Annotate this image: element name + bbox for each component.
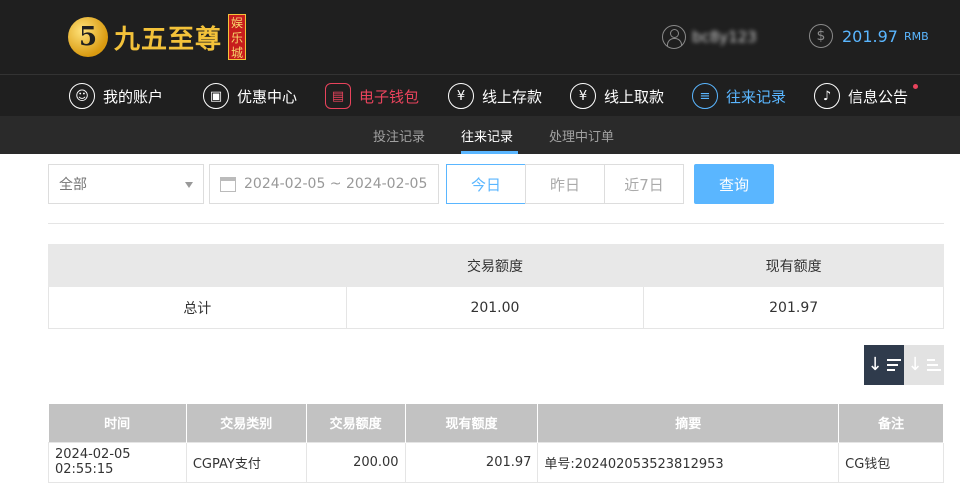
user-info[interactable]: bc8y123	[662, 24, 757, 50]
nav-label: 信息公告	[848, 87, 909, 106]
dollar-coin-icon: $	[809, 24, 833, 48]
nav-promotions[interactable]: ▣ 优惠中心	[203, 81, 297, 111]
nav-label: 线上取款	[604, 87, 665, 106]
summary-row: 总计 201.00 201.97	[48, 286, 944, 329]
sort-ascending-button[interactable]: ↓	[904, 345, 944, 385]
cell-type: CGPAY支付	[185, 441, 307, 483]
records-icon: ≡	[692, 83, 718, 109]
range-today-button[interactable]: 今日	[446, 164, 526, 204]
divider	[48, 223, 944, 224]
cell-time: 2024-02-05 02:55:15	[48, 441, 187, 483]
summary-cell: 201.97	[643, 286, 944, 329]
cell-summary: 单号:202402053523812953	[537, 441, 840, 483]
column-header: 现有额度	[405, 404, 539, 442]
nav-label: 电子钱包	[359, 87, 420, 106]
sort-desc-icon: ↓	[867, 354, 883, 375]
main-nav: ☺ 我的账户 ▣ 优惠中心 ▤ 电子钱包 ¥ 线上存款 ¥ 线上取款 ≡ 往来记…	[0, 74, 960, 116]
range-7days-button[interactable]: 近7日	[604, 164, 684, 204]
records-table: 时间 交易类别 交易额度 现有额度 摘要 备注 2024-02-05 02:55…	[48, 404, 944, 483]
table-row: 2024-02-05 02:55:15 CGPAY支付 200.00 201.9…	[48, 441, 944, 483]
nav-announcements[interactable]: ♪ 信息公告	[814, 81, 919, 111]
nav-label: 线上存款	[482, 87, 543, 106]
summary-cell: 总计	[48, 286, 347, 329]
deposit-icon: ¥	[448, 83, 474, 109]
currency-label: RMB	[903, 29, 929, 43]
summary-header-cell: 现有额度	[643, 244, 944, 287]
nav-label: 往来记录	[726, 87, 787, 106]
tab-transaction-records[interactable]: 往来记录	[461, 126, 513, 145]
summary-header-cell: 交易额度	[345, 244, 645, 287]
logo-badge: 娱乐城	[228, 14, 247, 60]
calendar-icon	[220, 176, 236, 192]
nav-label: 优惠中心	[237, 87, 298, 106]
nav-label: 我的账户	[103, 87, 164, 106]
logo-text: 九五至尊	[114, 24, 223, 55]
bell-icon: ♪	[814, 83, 840, 109]
summary-header-row: 交易额度 现有额度	[48, 244, 944, 287]
summary-cell: 201.00	[345, 286, 645, 329]
balance-value: 201.97	[842, 26, 898, 46]
date-range-input[interactable]: 2024-02-05 ~ 2024-02-05	[209, 164, 439, 204]
cell-amount: 200.00	[305, 441, 406, 483]
balance-info: $ 201.97 RMB	[809, 24, 929, 48]
sub-nav: 投注记录 往来记录 处理中订单	[0, 116, 960, 154]
wallet-icon: ▤	[325, 83, 351, 109]
nav-online-withdraw[interactable]: ¥ 线上取款	[570, 81, 664, 111]
sort-descending-button[interactable]: ↓	[864, 345, 904, 385]
nav-records[interactable]: ≡ 往来记录	[692, 81, 786, 111]
column-header: 备注	[838, 404, 944, 442]
username: bc8y123	[692, 28, 757, 46]
summary-table: 交易额度 现有额度 总计 201.00 201.97	[48, 244, 944, 329]
summary-header-cell	[48, 244, 347, 287]
nav-e-wallet[interactable]: ▤ 电子钱包	[325, 81, 419, 111]
range-yesterday-button[interactable]: 昨日	[525, 164, 605, 204]
cell-balance: 201.97	[404, 441, 539, 483]
transaction-type-select[interactable]: 全部	[48, 164, 204, 204]
withdraw-icon: ¥	[570, 83, 596, 109]
records-header-row: 时间 交易类别 交易额度 现有额度 摘要 备注	[48, 404, 944, 442]
user-icon: ☺	[69, 83, 95, 109]
query-button[interactable]: 查询	[694, 164, 774, 204]
date-range-value: 2024-02-05 ~ 2024-02-05	[244, 176, 428, 192]
nav-my-account[interactable]: ☺ 我的账户	[69, 81, 163, 111]
tab-bet-records[interactable]: 投注记录	[373, 126, 425, 145]
chevron-down-icon	[185, 182, 193, 188]
notification-dot	[913, 84, 919, 89]
column-header: 时间	[48, 404, 187, 442]
sort-asc-icon: ↓	[907, 354, 923, 375]
column-header: 交易额度	[306, 404, 406, 442]
tab-pending-orders[interactable]: 处理中订单	[549, 126, 614, 145]
user-icon	[662, 25, 686, 49]
select-value: 全部	[59, 177, 87, 193]
cell-note: CG钱包	[838, 441, 944, 483]
logo-emblem: 5	[68, 17, 108, 57]
gift-icon: ▣	[203, 83, 229, 109]
column-header: 摘要	[537, 404, 840, 442]
site-logo[interactable]: 5 九五至尊 娱乐城	[68, 10, 247, 64]
top-bar: 5 九五至尊 娱乐城 bc8y123 $ 201.97 RMB	[0, 0, 960, 74]
active-tab-indicator	[461, 151, 518, 154]
column-header: 交易类别	[186, 404, 307, 442]
nav-online-deposit[interactable]: ¥ 线上存款	[448, 81, 542, 111]
